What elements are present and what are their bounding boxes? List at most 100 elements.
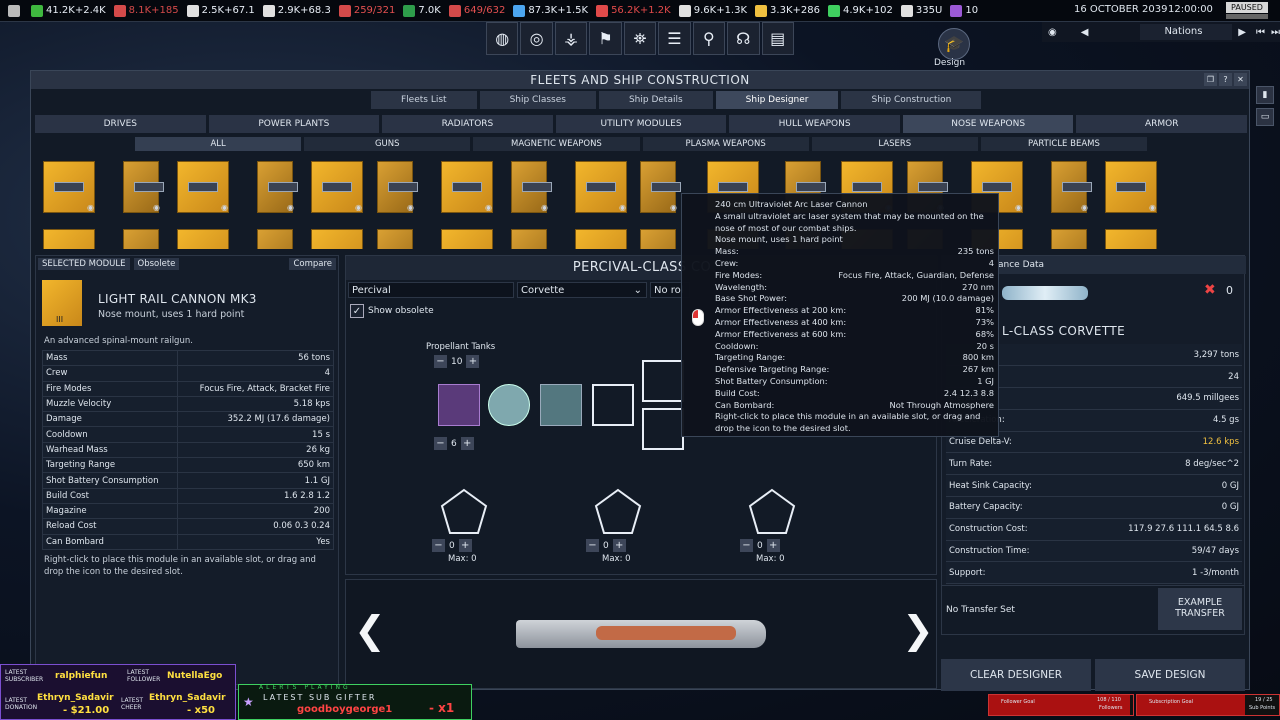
- resource-metals[interactable]: 9.6K+1.3K: [678, 4, 747, 17]
- nations-select[interactable]: Nations: [1140, 24, 1233, 40]
- hardpoint-plus-button[interactable]: +: [612, 539, 626, 552]
- resource-mission-control[interactable]: 259/321: [338, 4, 395, 17]
- tab-ship-designer[interactable]: Ship Designer: [715, 91, 839, 109]
- eye-icon[interactable]: ◉: [619, 203, 626, 212]
- close-icon[interactable]: ✕: [1234, 73, 1247, 86]
- prev-arrow-icon[interactable]: ◀: [1081, 27, 1089, 38]
- resource-faction[interactable]: [8, 4, 23, 17]
- resource-volatiles[interactable]: 56.2K+1.2K: [596, 4, 671, 17]
- hardpoint-minus-button[interactable]: −: [740, 539, 753, 552]
- ship-name-input[interactable]: Percival: [348, 282, 514, 298]
- resource-money[interactable]: 41.2K+2.4K: [31, 4, 106, 17]
- module-tile[interactable]: [377, 229, 413, 249]
- empty-slot-3[interactable]: [642, 408, 684, 450]
- eye-icon[interactable]: ◉: [407, 203, 414, 212]
- subcategory-particle-beams[interactable]: PARTICLE BEAMS: [980, 137, 1148, 151]
- subcategory-lasers[interactable]: LASERS: [811, 137, 978, 151]
- resource-exotics[interactable]: 10: [950, 4, 978, 17]
- subcategory-guns[interactable]: GUNS: [304, 137, 471, 151]
- step-forward-icon[interactable]: ⏭: [1271, 27, 1280, 38]
- empty-slot-2[interactable]: [642, 360, 684, 402]
- brain-icon[interactable]: ☊: [727, 22, 760, 55]
- sliders-icon[interactable]: ☰: [658, 22, 691, 55]
- eye-icon[interactable]: ◉: [1149, 203, 1156, 212]
- resource-research[interactable]: 7.0K: [403, 4, 441, 17]
- category-nose-weapons[interactable]: NOSE WEAPONS: [902, 115, 1074, 133]
- resource-nobles[interactable]: 3.3K+286: [755, 4, 820, 17]
- eye-icon[interactable]: ◉: [287, 203, 294, 212]
- propellant-plus-button[interactable]: +: [466, 355, 480, 368]
- subcategory-magnetic-weapons[interactable]: MAGNETIC WEAPONS: [473, 137, 640, 151]
- paused-indicator[interactable]: PAUSED: [1226, 2, 1268, 13]
- eye-icon[interactable]: ◉: [1081, 203, 1088, 212]
- compare-checkbox[interactable]: Compare: [289, 258, 336, 270]
- example-transfer-button[interactable]: EXAMPLE TRANSFER: [1158, 588, 1242, 630]
- module-tile[interactable]: [177, 229, 229, 249]
- category-drives[interactable]: DRIVES: [35, 115, 206, 133]
- prev-hull-arrow-icon[interactable]: ❮: [354, 608, 386, 652]
- module-tile[interactable]: [123, 229, 159, 249]
- flag-icon[interactable]: ⚑: [589, 22, 622, 55]
- eye-icon[interactable]: ◉: [541, 203, 548, 212]
- module-tile[interactable]: [1105, 229, 1157, 249]
- target-icon[interactable]: ◎: [520, 22, 553, 55]
- resource-boost[interactable]: 2.9K+68.3: [262, 4, 331, 17]
- eye-icon[interactable]: ◉: [670, 203, 677, 212]
- module-tile[interactable]: [311, 229, 363, 249]
- eye-icon[interactable]: ◉: [355, 203, 362, 212]
- category-radiators[interactable]: RADIATORS: [382, 115, 553, 133]
- module-tile[interactable]: [257, 229, 293, 249]
- speed-bar[interactable]: [1226, 14, 1268, 19]
- resource-antimatter[interactable]: 335U: [900, 4, 942, 17]
- eye-icon[interactable]: ◉: [221, 203, 228, 212]
- module-tile[interactable]: [441, 229, 493, 249]
- module-tile[interactable]: [640, 229, 676, 249]
- hardpoint-slot[interactable]: [439, 488, 489, 536]
- help-icon[interactable]: ?: [1219, 73, 1232, 86]
- second-minus-button[interactable]: −: [434, 437, 447, 450]
- sidebar-button-2[interactable]: ▭: [1256, 108, 1274, 126]
- hardpoint-plus-button[interactable]: +: [766, 539, 780, 552]
- eye-icon[interactable]: ◉: [153, 203, 160, 212]
- step-back-icon[interactable]: ⏮: [1256, 27, 1265, 38]
- globe-icon[interactable]: ◍: [486, 22, 519, 55]
- tab-ship-details[interactable]: Ship Details: [598, 91, 713, 109]
- hardpoint-minus-button[interactable]: −: [586, 539, 599, 552]
- subcategory-plasma-weapons[interactable]: PLASMA WEAPONS: [642, 137, 809, 151]
- hardpoint-slot[interactable]: [747, 488, 797, 536]
- subcategory-all[interactable]: ALL: [135, 137, 302, 151]
- hardpoint-minus-button[interactable]: −: [432, 539, 445, 552]
- category-utility-modules[interactable]: UTILITY MODULES: [555, 115, 727, 133]
- module-tile[interactable]: [511, 229, 547, 249]
- module-slot-1[interactable]: [438, 384, 480, 426]
- empty-slot-1[interactable]: [592, 384, 634, 426]
- propellant-minus-button[interactable]: −: [434, 355, 447, 368]
- resource-ops[interactable]: 2.5K+67.1: [186, 4, 255, 17]
- resource-influence[interactable]: 8.1K+185: [113, 4, 179, 17]
- design-icon[interactable]: 🎓: [938, 28, 970, 60]
- tab-ship-construction[interactable]: Ship Construction: [841, 91, 982, 109]
- module-tile[interactable]: [43, 229, 95, 249]
- second-plus-button[interactable]: +: [460, 437, 474, 450]
- next-arrow-icon[interactable]: ▶: [1238, 27, 1246, 38]
- resource-fissiles[interactable]: 4.9K+102: [827, 4, 893, 17]
- globe-small-icon[interactable]: ◉: [1048, 27, 1057, 38]
- category-hull-weapons[interactable]: HULL WEAPONS: [729, 115, 900, 133]
- tab-ship-classes[interactable]: Ship Classes: [479, 91, 596, 109]
- category-armor[interactable]: ARMOR: [1076, 115, 1248, 133]
- module-slot-3[interactable]: [540, 384, 582, 426]
- module-tile[interactable]: [1051, 229, 1087, 249]
- resource-water[interactable]: 87.3K+1.5K: [513, 4, 588, 17]
- tab-fleets-list[interactable]: Fleets List: [371, 91, 477, 109]
- council-icon[interactable]: ⛯: [623, 22, 657, 55]
- obsolete-checkbox[interactable]: Obsolete: [133, 258, 180, 270]
- network-icon[interactable]: ⚶: [554, 22, 588, 55]
- ledger-icon[interactable]: ▤: [761, 22, 794, 55]
- resource-control-points[interactable]: 649/632: [448, 4, 505, 17]
- module-slot-2[interactable]: [488, 384, 530, 426]
- hull-select[interactable]: Corvette ⌄: [517, 282, 647, 298]
- hardpoint-plus-button[interactable]: +: [458, 539, 472, 552]
- show-obsolete-checkbox[interactable]: ✓: [350, 304, 364, 318]
- eye-icon[interactable]: ◉: [485, 203, 492, 212]
- next-hull-arrow-icon[interactable]: ❯: [902, 608, 934, 652]
